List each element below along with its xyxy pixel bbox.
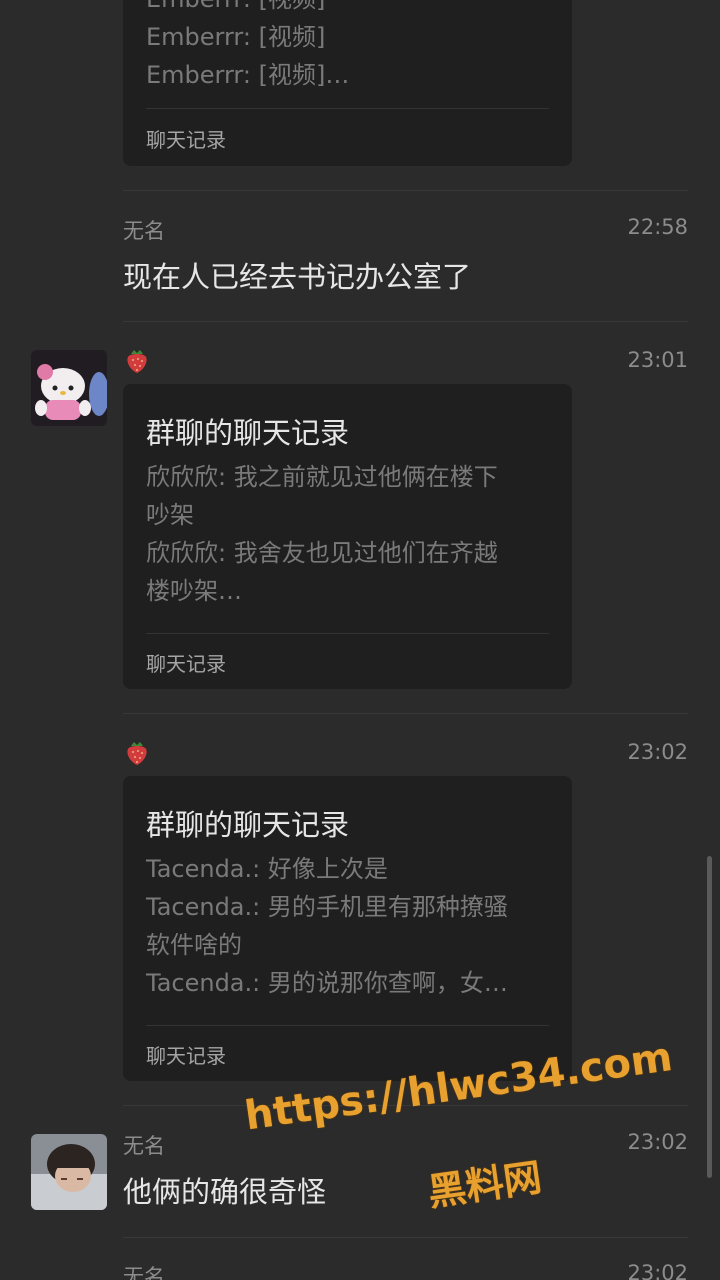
message-text: 他俩的确很奇怪 (123, 1175, 327, 1209)
strawberry-icon (125, 348, 149, 374)
card-line: Emberrr: [视频] (146, 0, 552, 18)
message-time: 23:02 (627, 740, 688, 764)
message-item[interactable]: 23:02 群聊的聊天记录 Tacenda.: 好像上次是 Tacenda.: … (0, 713, 720, 1105)
message-time: 23:02 (627, 1261, 688, 1280)
chat-history-screen: Emberrr: [视频] Emberrr: [视频] Emberrr: [视频… (0, 0, 720, 1280)
avatar[interactable] (31, 1134, 107, 1210)
message-text: 现在人已经去书记办公室了 (123, 260, 472, 294)
chat-record-card[interactable]: 群聊的聊天记录 Tacenda.: 好像上次是 Tacenda.: 男的手机里有… (123, 776, 572, 1081)
card-divider (146, 1025, 549, 1026)
message-time: 23:02 (627, 1130, 688, 1154)
sender-name: 无名 (123, 219, 165, 243)
card-footer: 聊天记录 (146, 652, 226, 676)
card-footer: 聊天记录 (146, 128, 226, 152)
card-title: 群聊的聊天记录 (146, 416, 350, 450)
card-line: Tacenda.: 好像上次是 (146, 855, 388, 883)
chat-record-card[interactable]: 群聊的聊天记录 欣欣欣: 我之前就见过他俩在楼下 吵架 欣欣欣: 我舍友也见过他… (123, 384, 572, 689)
card-line: Emberrr: [视频] (146, 23, 326, 51)
avatar[interactable] (31, 350, 107, 426)
card-line: 欣欣欣: 我之前就见过他俩在楼下 (146, 463, 498, 491)
card-line: Tacenda.: 男的手机里有那种撩骚 (146, 893, 508, 921)
card-footer: 聊天记录 (146, 1044, 226, 1068)
card-line: 楼吵架… (146, 577, 242, 605)
card-line: Emberrr: [视频]… (146, 61, 350, 89)
scrollbar[interactable] (707, 856, 712, 1178)
card-line: Tacenda.: 男的说那你查啊，女… (146, 969, 508, 997)
card-divider (146, 108, 549, 109)
chat-record-card[interactable]: Emberrr: [视频] Emberrr: [视频] Emberrr: [视频… (123, 0, 572, 166)
message-time: 23:01 (627, 348, 688, 372)
message-item[interactable]: 无名 23:02 他俩的确很奇怪 (0, 1105, 720, 1237)
sender-name: 无名 (123, 1265, 165, 1280)
message-time: 22:58 (627, 215, 688, 239)
message-item[interactable]: 23:01 群聊的聊天记录 欣欣欣: 我之前就见过他俩在楼下 吵架 欣欣欣: 我… (0, 321, 720, 713)
strawberry-icon (125, 740, 149, 766)
card-divider (146, 633, 549, 634)
message-item[interactable]: 无名 22:58 现在人已经去书记办公室了 (0, 190, 720, 322)
card-line: 欣欣欣: 我舍友也见过他们在齐越 (146, 539, 498, 567)
card-line: 吵架 (146, 501, 194, 529)
card-title: 群聊的聊天记录 (146, 808, 350, 842)
sender-name: 无名 (123, 1134, 165, 1158)
card-line: 软件啥的 (146, 931, 242, 959)
message-item[interactable]: 无名 23:02 (0, 1237, 720, 1280)
